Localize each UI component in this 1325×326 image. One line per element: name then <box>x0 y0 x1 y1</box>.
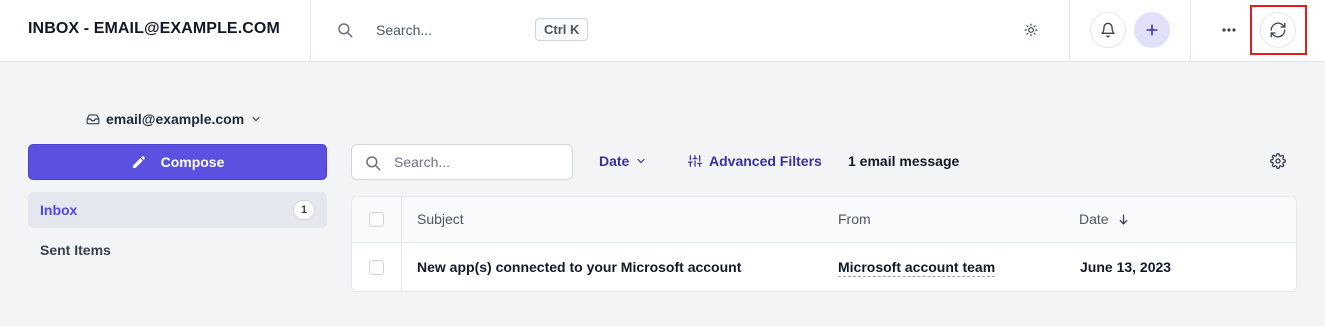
search-input[interactable] <box>394 152 564 172</box>
account-email: email@example.com <box>106 111 245 127</box>
global-search-input[interactable]: Search... <box>376 22 432 38</box>
table-header: Subject From Date <box>352 197 1296 243</box>
advanced-filters-button[interactable]: Advanced Filters <box>688 153 822 169</box>
search-icon <box>366 156 381 171</box>
row-subject[interactable]: New app(s) connected to your Microsoft a… <box>417 259 741 275</box>
sidebar-item-inbox[interactable]: Inbox 1 <box>28 192 327 228</box>
chevron-down-icon <box>252 116 260 122</box>
more-options-button[interactable] <box>1219 20 1239 40</box>
advanced-filters-label: Advanced Filters <box>709 153 822 169</box>
divider <box>310 0 311 62</box>
theme-toggle-button[interactable] <box>1021 20 1041 40</box>
select-all-cell <box>352 197 402 242</box>
date-filter-label: Date <box>599 153 630 169</box>
divider <box>1069 0 1070 62</box>
sun-icon <box>1024 23 1038 37</box>
search-shortcut-hint: Ctrl K <box>535 18 589 41</box>
chevron-down-icon <box>637 158 645 164</box>
message-count: 1 email message <box>848 153 960 169</box>
sidebar-item-label: Sent Items <box>40 242 111 258</box>
sliders-icon <box>688 155 702 167</box>
column-header-date[interactable]: Date <box>1079 211 1130 227</box>
plus-icon <box>1146 24 1158 36</box>
pencil-icon <box>132 155 145 168</box>
row-select-cell <box>352 243 402 291</box>
row-checkbox[interactable] <box>369 260 384 275</box>
table-row[interactable]: New app(s) connected to your Microsoft a… <box>352 243 1296 291</box>
sidebar-item-sent-items[interactable]: Sent Items <box>28 232 327 268</box>
add-button[interactable] <box>1134 12 1170 48</box>
unread-count-badge: 1 <box>293 200 315 220</box>
row-date: June 13, 2023 <box>1080 259 1172 275</box>
page-title: INBOX - EMAIL@EXAMPLE.COM <box>28 20 280 37</box>
refresh-highlight-box <box>1250 5 1307 55</box>
bell-icon <box>1101 22 1115 38</box>
settings-gear-icon[interactable] <box>1270 153 1286 169</box>
row-from-name: Microsoft account team <box>838 259 996 277</box>
divider <box>1190 0 1191 62</box>
more-dots-icon <box>1222 28 1236 32</box>
notifications-button[interactable] <box>1090 12 1126 48</box>
compose-label: Compose <box>160 154 225 170</box>
search-icon <box>338 23 353 38</box>
account-selector[interactable]: email@example.com <box>86 111 262 127</box>
column-header-from[interactable]: From <box>838 211 871 227</box>
compose-button[interactable]: Compose <box>28 144 327 180</box>
column-header-date-label: Date <box>1079 211 1109 227</box>
row-from[interactable]: Microsoft account team <box>838 259 996 277</box>
inbox-tray-icon <box>86 114 100 125</box>
select-all-checkbox[interactable] <box>369 212 384 227</box>
top-bar: INBOX - EMAIL@EXAMPLE.COM Search... Ctrl… <box>0 0 1325 62</box>
column-header-subject[interactable]: Subject <box>417 211 464 227</box>
date-filter-dropdown[interactable]: Date <box>599 153 647 169</box>
message-table: Subject From Date New app(s) connected t… <box>351 196 1297 292</box>
arrow-down-icon <box>1119 214 1127 225</box>
message-search-box[interactable] <box>351 144 573 180</box>
sidebar-item-label: Inbox <box>40 202 78 218</box>
